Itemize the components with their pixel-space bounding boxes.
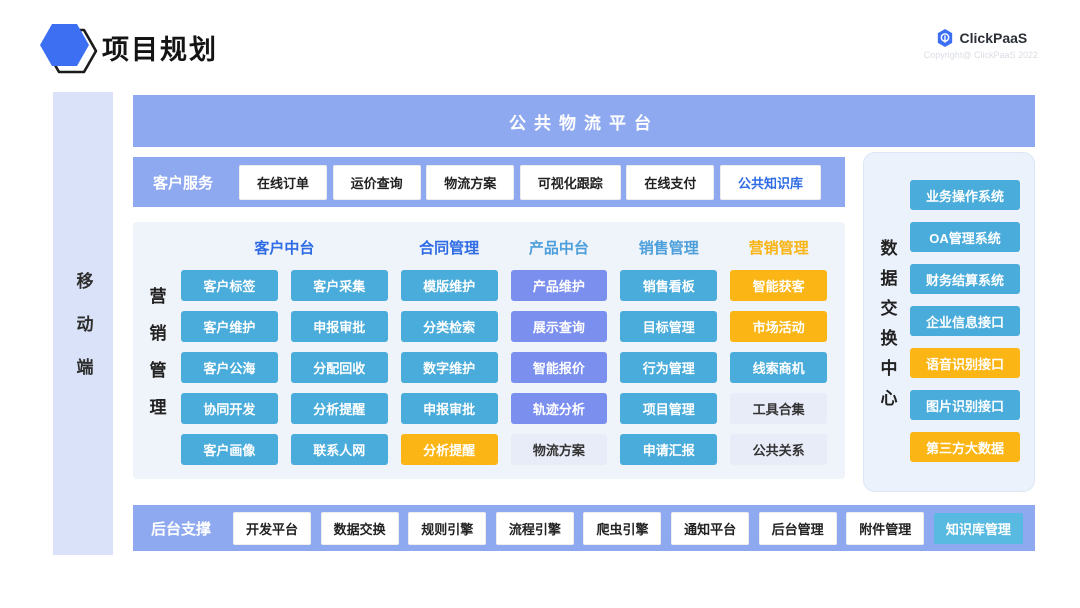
column-header: 合同管理 (401, 234, 498, 260)
exchange-button[interactable]: 图片识别接口 (910, 390, 1020, 420)
module-button[interactable]: 物流方案 (511, 434, 608, 465)
service-button[interactable]: 公共知识库 (720, 165, 821, 200)
data-exchange-side-label: 数据交换中心 (875, 239, 900, 419)
support-button[interactable]: 知识库管理 (934, 513, 1023, 544)
module-button[interactable]: 分析提醒 (401, 434, 498, 465)
page-title: 项目规划 (102, 28, 218, 67)
column-header: 客户中台 (181, 234, 388, 260)
module-button[interactable]: 公共关系 (730, 434, 827, 465)
support-button[interactable]: 规则引擎 (408, 512, 486, 545)
exchange-button[interactable]: 第三方大数据 (910, 432, 1020, 462)
data-exchange-panel: 数据交换中心 业务操作系统 OA管理系统财务结算系统企业信息接口语音识别接口图片识… (863, 152, 1035, 492)
module-button[interactable]: 模版维护 (401, 270, 498, 301)
support-button[interactable]: 通知平台 (671, 512, 749, 545)
customer-service-bar: 客户服务 在线订单运价查询物流方案可视化跟踪在线支付公共知识库 (133, 157, 845, 207)
module-button[interactable]: 轨迹分析 (511, 393, 608, 424)
module-button[interactable]: 市场活动 (730, 311, 827, 342)
support-button[interactable]: 流程引擎 (496, 512, 574, 545)
backend-support-buttons: 开发平台数据交换规则引擎流程引擎爬虫引擎通知平台后台管理附件管理知识库管理 (233, 512, 1023, 545)
backend-support-bar: 后台支撑 开发平台数据交换规则引擎流程引擎爬虫引擎通知平台后台管理附件管理知识库… (133, 505, 1035, 551)
module-button[interactable]: 分类检索 (401, 311, 498, 342)
support-button[interactable]: 后台管理 (759, 512, 837, 545)
backend-support-label: 后台支撑 (151, 518, 211, 539)
module-button[interactable]: 销售看板 (620, 270, 717, 301)
customer-service-label: 客户服务 (153, 172, 213, 193)
exchange-button[interactable]: 企业信息接口 (910, 306, 1020, 336)
mobile-side-bar: 移动端 (53, 92, 113, 555)
platform-banner-title: 公共物流平台 (509, 109, 659, 134)
module-button[interactable]: 智能报价 (511, 352, 608, 383)
support-button[interactable]: 附件管理 (846, 512, 924, 545)
module-button[interactable]: 联系人网 (291, 434, 388, 465)
clickpaas-logo-icon (935, 28, 955, 48)
module-button[interactable]: 申报审批 (401, 393, 498, 424)
marketing-panel: 营销管理 客户中台合同管理产品中台销售管理营销管理客户标签客户采集模版维护产品维… (133, 222, 845, 479)
marketing-grid: 客户中台合同管理产品中台销售管理营销管理客户标签客户采集模版维护产品维护销售看板… (179, 222, 845, 479)
platform-banner: 公共物流平台 (133, 95, 1035, 147)
module-button[interactable]: 行为管理 (620, 352, 717, 383)
module-button[interactable]: 客户维护 (181, 311, 278, 342)
exchange-button[interactable]: OA管理系统 (910, 222, 1020, 252)
data-exchange-side: 数据交换中心 (864, 153, 910, 491)
support-button[interactable]: 数据交换 (321, 512, 399, 545)
module-button[interactable]: 申请汇报 (620, 434, 717, 465)
module-button[interactable]: 分析提醒 (291, 393, 388, 424)
service-button[interactable]: 物流方案 (426, 165, 514, 200)
module-button[interactable]: 项目管理 (620, 393, 717, 424)
module-button[interactable]: 工具合集 (730, 393, 827, 424)
exchange-button[interactable]: 语音识别接口 (910, 348, 1020, 378)
module-button[interactable]: 智能获客 (730, 270, 827, 301)
support-button[interactable]: 爬虫引擎 (583, 512, 661, 545)
module-button[interactable]: 客户画像 (181, 434, 278, 465)
marketing-side: 营销管理 (133, 222, 179, 479)
column-header: 销售管理 (620, 234, 717, 260)
service-button[interactable]: 在线订单 (239, 165, 327, 200)
mobile-side-bar-label: 移动端 (71, 272, 96, 401)
module-button[interactable]: 分配回收 (291, 352, 388, 383)
module-button[interactable]: 客户标签 (181, 270, 278, 301)
page: 项目规划 ClickPaaS Copyright@ ClickPaaS 2022… (0, 0, 1080, 608)
brand: ClickPaaS Copyright@ ClickPaaS 2022 (924, 28, 1038, 60)
copyright-text: Copyright@ ClickPaaS 2022 (924, 50, 1038, 60)
marketing-side-label: 营销管理 (144, 287, 169, 435)
exchange-button[interactable]: 财务结算系统 (910, 264, 1020, 294)
module-button[interactable]: 线索商机 (730, 352, 827, 383)
hexagon-logo-icon (38, 20, 100, 76)
brand-name: ClickPaaS (960, 30, 1028, 46)
module-button[interactable]: 协同开发 (181, 393, 278, 424)
service-button[interactable]: 可视化跟踪 (520, 165, 621, 200)
data-exchange-buttons: 业务操作系统 OA管理系统财务结算系统企业信息接口语音识别接口图片识别接口第三方大… (910, 153, 1034, 491)
column-header: 产品中台 (511, 234, 608, 260)
module-button[interactable]: 客户采集 (291, 270, 388, 301)
customer-service-buttons: 在线订单运价查询物流方案可视化跟踪在线支付公共知识库 (239, 165, 821, 200)
module-button[interactable]: 数字维护 (401, 352, 498, 383)
service-button[interactable]: 运价查询 (333, 165, 421, 200)
module-button[interactable]: 申报审批 (291, 311, 388, 342)
module-button[interactable]: 产品维护 (511, 270, 608, 301)
module-button[interactable]: 客户公海 (181, 352, 278, 383)
service-button[interactable]: 在线支付 (626, 165, 714, 200)
column-header: 营销管理 (730, 234, 827, 260)
support-button[interactable]: 开发平台 (233, 512, 311, 545)
exchange-button[interactable]: 业务操作系统 (910, 180, 1020, 210)
module-button[interactable]: 目标管理 (620, 311, 717, 342)
module-button[interactable]: 展示查询 (511, 311, 608, 342)
